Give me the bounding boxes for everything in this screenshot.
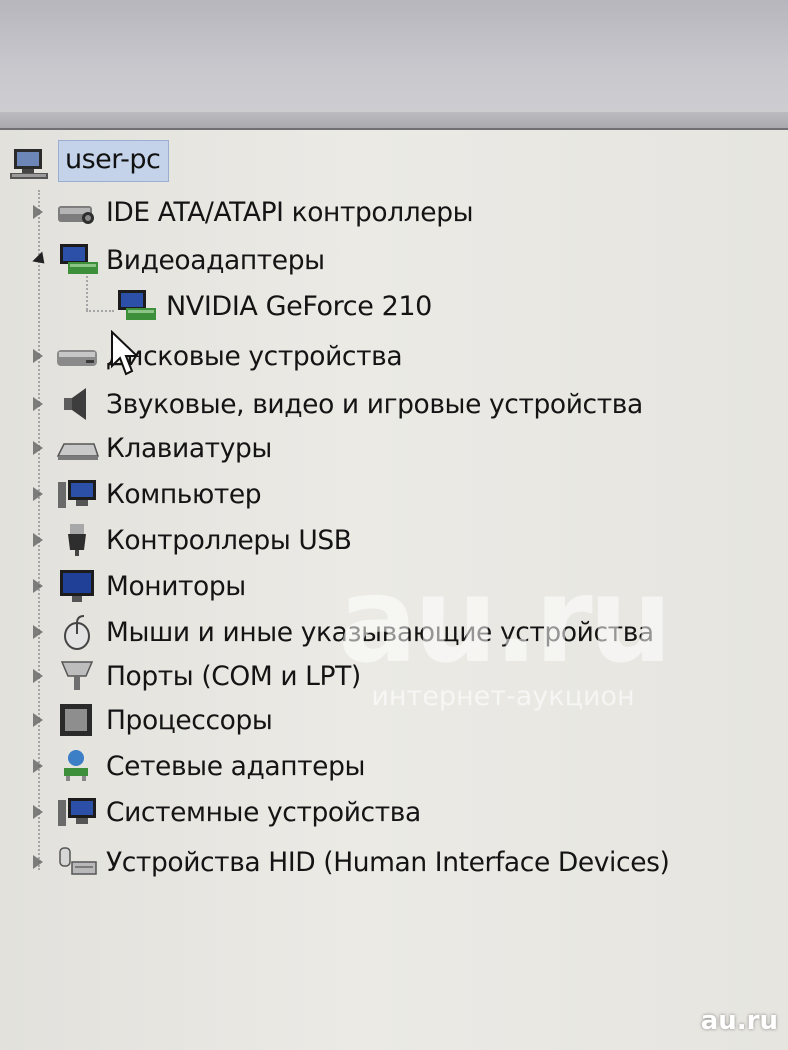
keyboard-icon xyxy=(56,443,100,460)
system-devices-icon xyxy=(58,798,96,826)
display-adapter-icon xyxy=(118,290,156,320)
expand-arrow-icon[interactable] xyxy=(30,530,46,550)
expand-arrow-icon[interactable] xyxy=(30,394,46,414)
expand-arrow-icon[interactable] xyxy=(30,756,46,776)
tree-node-label: Контроллеры USB xyxy=(106,524,352,556)
mouse-cursor-icon xyxy=(111,330,140,376)
tree-node-network-adapters[interactable]: Сетевые адаптеры xyxy=(30,746,365,786)
tree-node-label: Дисковые устройства xyxy=(106,340,403,372)
tree-node-label: Системные устройства xyxy=(106,796,421,828)
expand-arrow-icon[interactable] xyxy=(30,438,46,458)
tree-node-keyboards[interactable]: Клавиатуры xyxy=(30,428,272,468)
tree-node-mice[interactable]: Мыши и иные указывающие устройства xyxy=(30,612,654,652)
computer-icon xyxy=(58,480,96,508)
expand-arrow-icon[interactable] xyxy=(30,346,46,366)
collapse-arrow-icon[interactable] xyxy=(30,250,50,270)
tree-node-processors[interactable]: Процессоры xyxy=(30,700,273,740)
tree-node-sound-video-game[interactable]: Звуковые, видео и игровые устройства xyxy=(30,384,643,424)
corner-watermark: au.ru xyxy=(700,1006,778,1036)
tree-root-label: user-pc xyxy=(58,140,170,182)
tree-node-monitors[interactable]: Мониторы xyxy=(30,566,246,606)
toolbar-area xyxy=(0,0,788,128)
expand-arrow-icon[interactable] xyxy=(30,710,46,730)
tree-node-nvidia-geforce-210[interactable]: NVIDIA GeForce 210 xyxy=(114,286,432,326)
speaker-icon xyxy=(64,388,86,420)
ide-controller-icon xyxy=(58,206,94,224)
expand-arrow-icon[interactable] xyxy=(30,666,46,686)
expand-arrow-icon[interactable] xyxy=(30,576,46,596)
monitor-icon xyxy=(60,570,94,602)
tree-node-label: Клавиатуры xyxy=(106,432,272,464)
expand-arrow-icon[interactable] xyxy=(30,802,46,822)
tree-node-label: Сетевые адаптеры xyxy=(106,750,366,782)
tree-node-system-devices[interactable]: Системные устройства xyxy=(30,792,421,832)
tree-node-label: Процессоры xyxy=(106,704,273,736)
tree-node-label: IDE ATA/ATAPI контроллеры xyxy=(106,196,474,228)
tree-node-label: NVIDIA GeForce 210 xyxy=(166,290,432,322)
expand-arrow-icon[interactable] xyxy=(30,852,46,872)
processor-icon xyxy=(60,704,92,736)
tree-node-ports[interactable]: Порты (COM и LPT) xyxy=(30,656,361,696)
mouse-icon xyxy=(64,615,90,650)
tree-node-ide-controllers[interactable]: IDE ATA/ATAPI контроллеры xyxy=(30,192,474,232)
expand-arrow-icon[interactable] xyxy=(30,622,46,642)
tree-node-hid[interactable]: Устройства HID (Human Interface Devices) xyxy=(30,842,670,882)
tree-node-label: Видеоадаптеры xyxy=(106,244,325,276)
usb-plug-icon xyxy=(68,524,86,556)
tree-node-label: Устройства HID (Human Interface Devices) xyxy=(106,846,670,878)
tree-node-label: Мыши и иные указывающие устройства xyxy=(106,616,654,648)
expand-arrow-icon[interactable] xyxy=(30,202,46,222)
tree-node-usb-controllers[interactable]: Контроллеры USB xyxy=(30,520,352,560)
tree-root-node[interactable]: user-pc xyxy=(8,138,186,184)
tree-node-label: Звуковые, видео и игровые устройства xyxy=(106,388,643,420)
port-icon xyxy=(60,661,94,690)
display-adapter-icon xyxy=(60,244,98,274)
tree-node-label: Компьютер xyxy=(106,478,262,510)
tree-node-label: Мониторы xyxy=(106,570,246,602)
tree-node-display-adapters[interactable]: Видеоадаптеры xyxy=(30,240,325,280)
expand-arrow-icon[interactable] xyxy=(30,484,46,504)
toolbar-border xyxy=(0,112,788,130)
network-adapter-icon xyxy=(64,750,88,781)
tree-node-disk-drives[interactable]: Дисковые устройства xyxy=(30,336,403,376)
tree-connector-line xyxy=(86,276,88,310)
tree-connector-line xyxy=(86,310,114,312)
hid-icon xyxy=(59,847,97,875)
tree-node-label: Порты (COM и LPT) xyxy=(106,660,361,692)
computer-icon xyxy=(10,149,48,179)
tree-node-computer[interactable]: Компьютер xyxy=(30,474,262,514)
disk-drive-icon xyxy=(57,350,97,366)
